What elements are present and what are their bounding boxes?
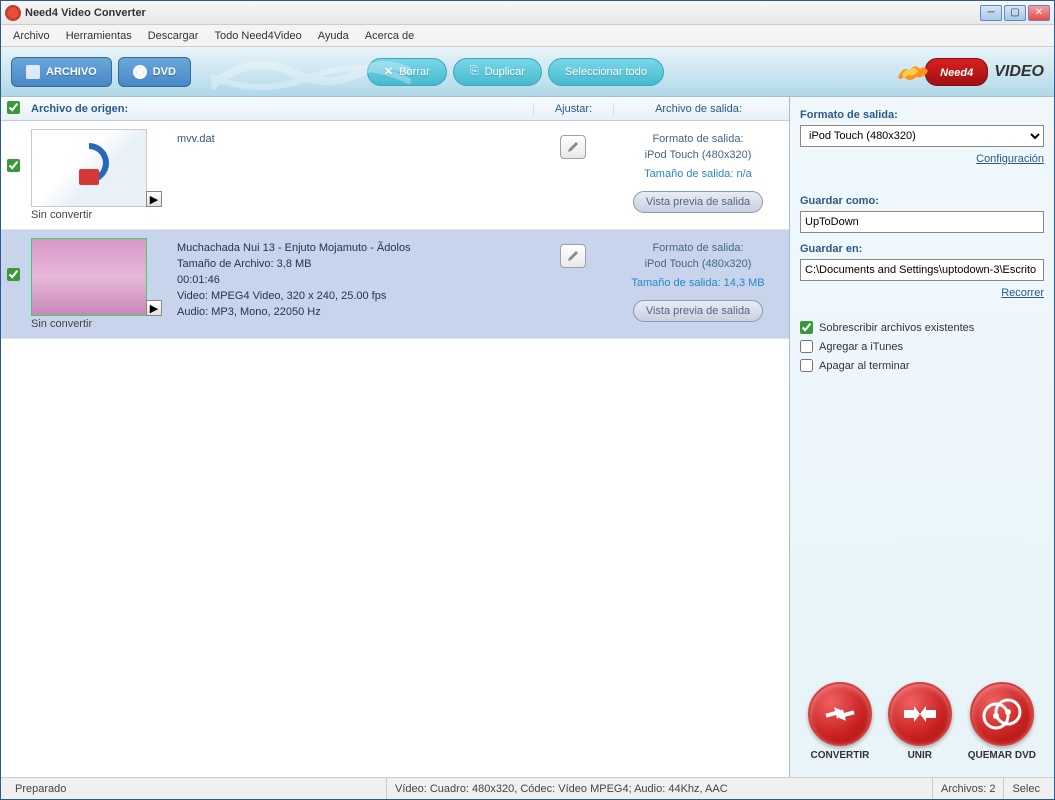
itunes-option[interactable]: Agregar a iTunes xyxy=(800,340,1044,353)
titlebar: Need4 Video Converter ─ ▢ ✕ xyxy=(1,1,1054,25)
conversion-status: Sin convertir xyxy=(31,209,161,221)
shutdown-option[interactable]: Apagar al terminar xyxy=(800,359,1044,372)
itunes-label: Agregar a iTunes xyxy=(819,341,903,353)
options-panel: Formato de salida: iPod Touch (480x320) … xyxy=(790,97,1054,777)
duration: 00:01:46 xyxy=(177,272,533,288)
play-button[interactable]: ▶ xyxy=(146,191,162,207)
file-row[interactable]: ▶ Sin convertir mvv.dat Formato de salid… xyxy=(1,121,789,230)
file-row[interactable]: ▶ Sin convertir Muchachada Nui 13 - Enju… xyxy=(1,230,789,339)
disc-icon xyxy=(982,698,1022,730)
disc-icon xyxy=(133,65,147,79)
flame-icon xyxy=(896,57,928,85)
minimize-button[interactable]: ─ xyxy=(980,5,1002,21)
menu-herramientas[interactable]: Herramientas xyxy=(58,28,140,44)
preview-button[interactable]: Vista previa de salida xyxy=(633,300,763,322)
logo-text-2: VIDEO xyxy=(994,63,1044,81)
pencil-icon xyxy=(566,249,580,263)
output-format-label: Formato de salida: xyxy=(613,240,783,256)
audio-info: Audio: MP3, Mono, 22050 Hz xyxy=(177,304,533,320)
convert-label: CONVERTIR xyxy=(810,750,869,761)
output-format-label: Formato de salida: xyxy=(613,131,783,147)
output-format: iPod Touch (480x320) xyxy=(613,147,783,163)
file-icon xyxy=(26,65,40,79)
app-icon xyxy=(5,5,21,21)
duplicar-label: Duplicar xyxy=(485,66,525,78)
file-list: ▶ Sin convertir mvv.dat Formato de salid… xyxy=(1,121,789,777)
header-source: Archivo de origen: xyxy=(31,103,533,115)
config-link[interactable]: Configuración xyxy=(976,153,1044,165)
overwrite-label: Sobrescribir archivos existentes xyxy=(819,322,974,334)
menu-todo-need4video[interactable]: Todo Need4Video xyxy=(206,28,309,44)
thumbnail: ▶ xyxy=(31,238,147,316)
browse-link[interactable]: Recorrer xyxy=(1001,287,1044,299)
status-files: Archivos: 2 xyxy=(933,778,1004,799)
duplicar-button[interactable]: ⎘ Duplicar xyxy=(453,58,542,86)
save-as-label: Guardar como: xyxy=(800,195,1044,207)
menu-archivo[interactable]: Archivo xyxy=(5,28,58,44)
thumbnail: ▶ xyxy=(31,129,147,207)
archivo-button[interactable]: ARCHIVO xyxy=(11,57,112,87)
need4-logo: Need4 xyxy=(925,58,988,86)
format-select[interactable]: iPod Touch (480x320) xyxy=(800,125,1044,147)
save-in-input[interactable] xyxy=(800,259,1044,281)
filename: Muchachada Nui 13 - Enjuto Mojamuto - Ã­… xyxy=(177,240,533,256)
logo-text-1: Need4 xyxy=(940,67,973,79)
select-all-checkbox[interactable] xyxy=(7,101,20,114)
window-title: Need4 Video Converter xyxy=(25,7,980,19)
shutdown-checkbox[interactable] xyxy=(800,359,813,372)
decorative-swirl xyxy=(211,47,411,97)
pencil-icon xyxy=(566,140,580,154)
play-button[interactable]: ▶ xyxy=(146,300,162,316)
status-selec: Selec xyxy=(1004,778,1048,799)
join-button[interactable]: UNIR xyxy=(888,682,952,761)
menu-descargar[interactable]: Descargar xyxy=(140,28,207,44)
preview-button[interactable]: Vista previa de salida xyxy=(633,191,763,213)
burn-dvd-button[interactable]: QUEMAR DVD xyxy=(968,682,1036,761)
status-video: Vídeo: Cuadro: 480x320, Códec: Vídeo MPE… xyxy=(387,778,933,799)
toolbar: ARCHIVO DVD ✕Borrar ⎘Duplicar Selecciona… xyxy=(1,47,1054,97)
filesize: Tamaño de Archivo: 3,8 MB xyxy=(177,256,533,272)
output-format: iPod Touch (480x320) xyxy=(613,256,783,272)
join-label: UNIR xyxy=(908,750,932,761)
dvd-label: DVD xyxy=(153,66,176,78)
list-header: Archivo de origen: Ajustar: Archivo de s… xyxy=(1,97,789,121)
save-in-label: Guardar en: xyxy=(800,243,1044,255)
join-icon xyxy=(902,704,938,724)
header-adjust: Ajustar: xyxy=(533,103,613,115)
close-button[interactable]: ✕ xyxy=(1028,5,1050,21)
menu-acerca[interactable]: Acerca de xyxy=(357,28,423,44)
overwrite-checkbox[interactable] xyxy=(800,321,813,334)
menubar: Archivo Herramientas Descargar Todo Need… xyxy=(1,25,1054,47)
header-output: Archivo de salida: xyxy=(613,103,783,115)
conversion-status: Sin convertir xyxy=(31,318,161,330)
archivo-label: ARCHIVO xyxy=(46,66,97,78)
convert-icon xyxy=(822,702,858,726)
output-size: Tamaño de salida: n/a xyxy=(613,165,783,183)
format-label: Formato de salida: xyxy=(800,109,1044,121)
video-info: Video: MPEG4 Video, 320 x 240, 25.00 fps xyxy=(177,288,533,304)
filename: mvv.dat xyxy=(177,131,533,147)
shutdown-label: Apagar al terminar xyxy=(819,360,910,372)
select-all-label: Seleccionar todo xyxy=(565,66,647,78)
adjust-button[interactable] xyxy=(560,244,586,268)
row-checkbox[interactable] xyxy=(7,268,20,281)
overwrite-option[interactable]: Sobrescribir archivos existentes xyxy=(800,321,1044,334)
convert-button[interactable]: CONVERTIR xyxy=(808,682,872,761)
file-list-panel: Archivo de origen: Ajustar: Archivo de s… xyxy=(1,97,790,777)
row-checkbox[interactable] xyxy=(7,159,20,172)
dvd-button[interactable]: DVD xyxy=(118,57,191,87)
statusbar: Preparado Vídeo: Cuadro: 480x320, Códec:… xyxy=(1,777,1054,799)
select-all-button[interactable]: Seleccionar todo xyxy=(548,58,664,86)
adjust-button[interactable] xyxy=(560,135,586,159)
save-as-input[interactable] xyxy=(800,211,1044,233)
burn-label: QUEMAR DVD xyxy=(968,750,1036,761)
maximize-button[interactable]: ▢ xyxy=(1004,5,1026,21)
itunes-checkbox[interactable] xyxy=(800,340,813,353)
logo-area: Need4 VIDEO xyxy=(925,58,1044,86)
copy-icon: ⎘ xyxy=(470,65,479,78)
status-ready: Preparado xyxy=(7,778,387,799)
output-size: Tamaño de salida: 14,3 MB xyxy=(613,274,783,292)
menu-ayuda[interactable]: Ayuda xyxy=(310,28,357,44)
